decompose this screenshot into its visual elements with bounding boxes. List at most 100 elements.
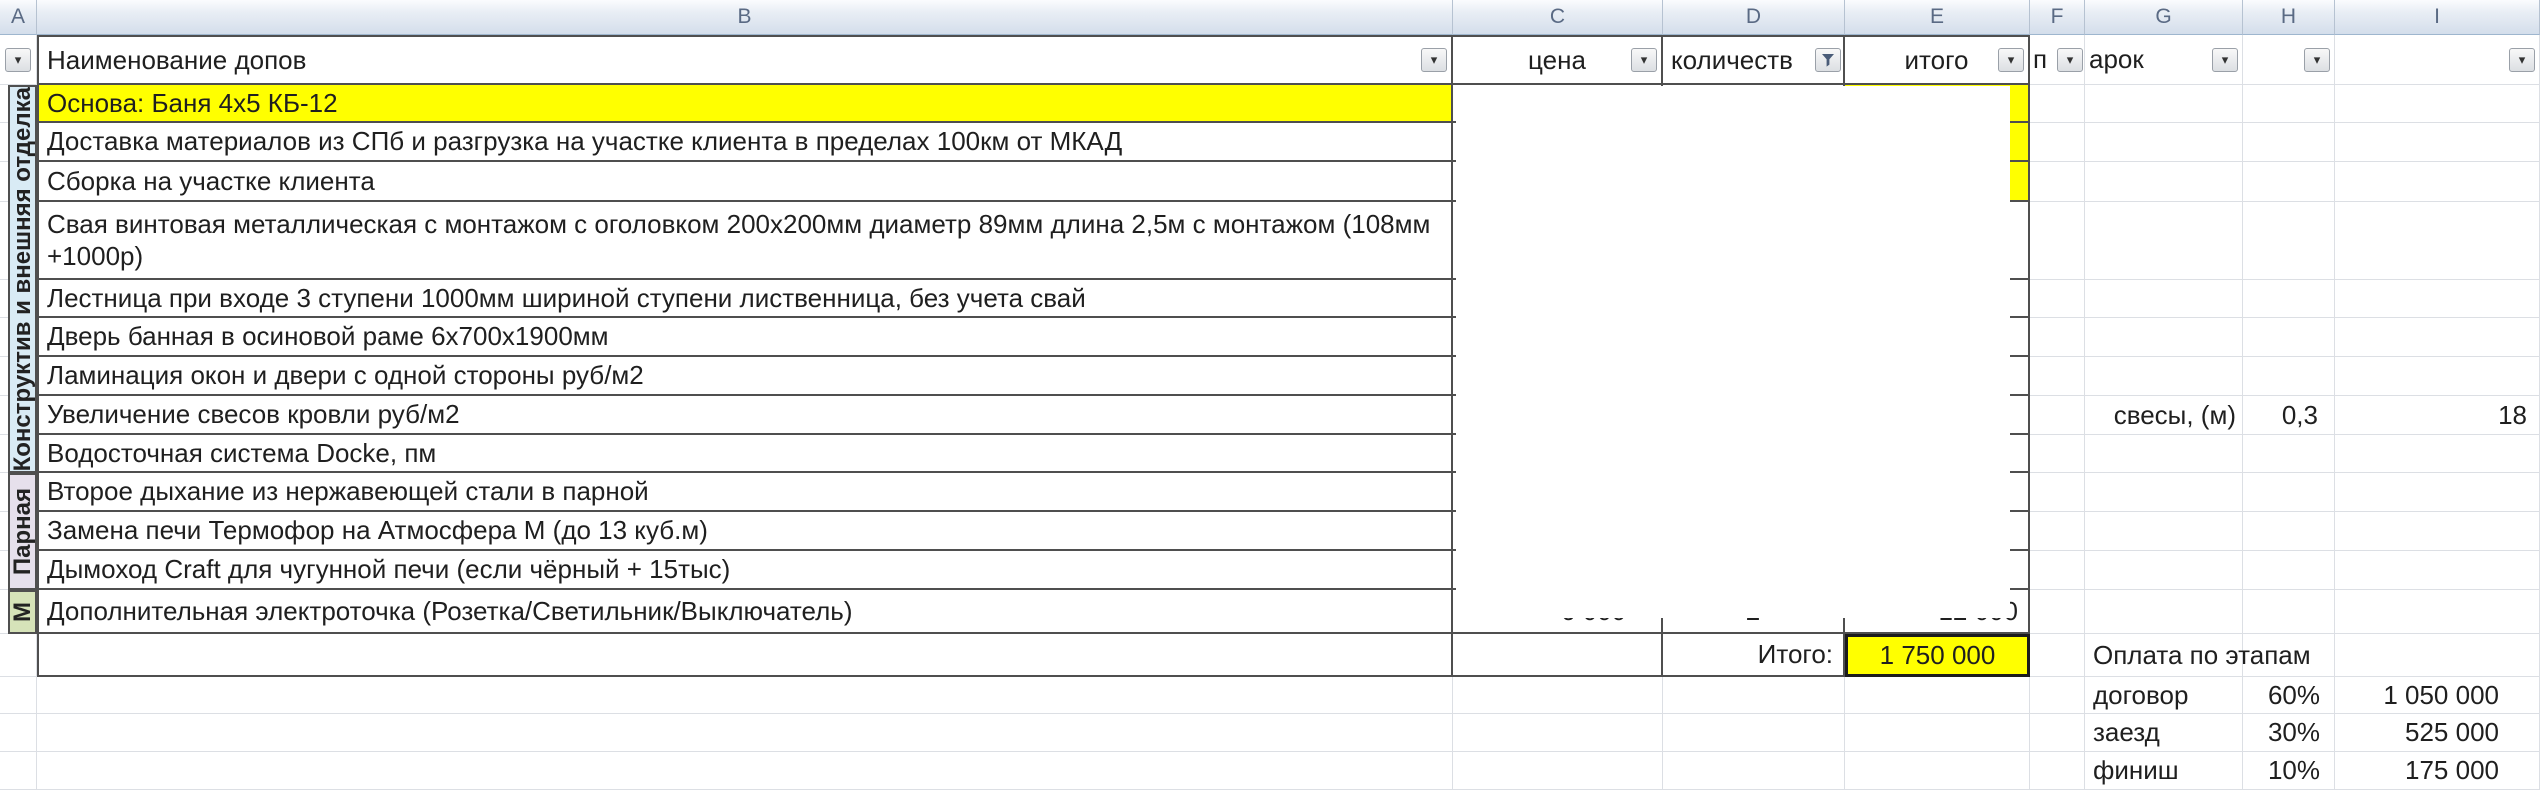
item-name: Замена печи Термофор на Атмосфера М (до … bbox=[39, 514, 714, 547]
cell bbox=[2030, 435, 2085, 473]
filter-dropdown-name-icon[interactable]: ▾ bbox=[1421, 48, 1447, 72]
cell bbox=[2030, 590, 2085, 634]
table-row: Замена печи Термофор на Атмосфера М (до … bbox=[0, 512, 2540, 551]
cell bbox=[37, 714, 1453, 752]
column-header-i[interactable]: I bbox=[2335, 0, 2540, 35]
cell bbox=[2030, 123, 2085, 162]
payment-stage-cell[interactable]: заезд bbox=[2085, 714, 2243, 752]
item-name-cell[interactable]: Сборка на участке клиента bbox=[37, 162, 1453, 202]
filter-dropdown-i-icon[interactable]: ▾ bbox=[2509, 48, 2535, 72]
note-label-cell[interactable]: свесы, (м) bbox=[2085, 396, 2243, 435]
column-header-b[interactable]: B bbox=[37, 0, 1453, 35]
header-price-cell[interactable]: цена ▾ bbox=[1453, 35, 1663, 85]
item-name-cell[interactable]: Второе дыхание из нержавеющей стали в па… bbox=[37, 473, 1453, 512]
column-header-g[interactable]: G bbox=[2085, 0, 2243, 35]
header-f-cell[interactable]: п ▾ bbox=[2030, 35, 2085, 85]
spreadsheet: A B C D E F G H I ▾ Наименование допов ▾… bbox=[0, 0, 2540, 790]
cell bbox=[2030, 752, 2085, 790]
item-name: Дверь банная в осиновой раме 6х700х1900м… bbox=[39, 320, 615, 353]
header-h-cell[interactable]: ▾ bbox=[2243, 35, 2335, 85]
column-header-e[interactable]: E bbox=[1845, 0, 2030, 35]
total-row: Итого: 1 750 000 Оплата по этапам bbox=[0, 634, 2540, 677]
cell bbox=[0, 634, 37, 677]
payment-percent-cell[interactable]: 30% bbox=[2243, 714, 2335, 752]
cell bbox=[2243, 512, 2335, 551]
note-extra-cell[interactable]: 18 bbox=[2335, 396, 2540, 435]
cell bbox=[2335, 551, 2540, 590]
table-row: Доставка материалов из СПб и разгрузка н… bbox=[0, 123, 2540, 162]
item-name: Доставка материалов из СПб и разгрузка н… bbox=[39, 125, 1128, 158]
filter-dropdown-price-icon[interactable]: ▾ bbox=[1631, 48, 1657, 72]
payment-amount-cell[interactable]: 525 000 bbox=[2335, 714, 2540, 752]
payment-stage-cell[interactable]: договор bbox=[2085, 677, 2243, 714]
cell-a1: ▾ bbox=[0, 35, 37, 85]
column-header-f[interactable]: F bbox=[2030, 0, 2085, 35]
group-label-construct[interactable]: Конструктив и внешняя отделка bbox=[8, 85, 37, 473]
cell bbox=[2335, 512, 2540, 551]
group-label-m[interactable]: М bbox=[8, 590, 37, 634]
cell[interactable] bbox=[1453, 634, 1663, 677]
header-qty-cell[interactable]: количеств bbox=[1663, 35, 1845, 85]
header-f-label: п bbox=[2030, 44, 2047, 75]
header-i-cell[interactable]: ▾ bbox=[2335, 35, 2540, 85]
cell bbox=[2030, 85, 2085, 123]
cell bbox=[2030, 512, 2085, 551]
cell bbox=[2030, 714, 2085, 752]
header-g-cell[interactable]: арок ▾ bbox=[2085, 35, 2243, 85]
cell bbox=[2335, 634, 2540, 677]
header-name-cell[interactable]: Наименование допов ▾ bbox=[37, 35, 1453, 85]
cell[interactable] bbox=[37, 634, 1453, 677]
filter-dropdown-f-icon[interactable]: ▾ bbox=[2057, 48, 2083, 72]
item-name-cell[interactable]: Замена печи Термофор на Атмосфера М (до … bbox=[37, 512, 1453, 551]
cell bbox=[2030, 202, 2085, 280]
cell bbox=[2243, 280, 2335, 318]
table-row: Лестница при входе 3 ступени 1000мм шири… bbox=[0, 280, 2540, 318]
item-name-cell[interactable]: Лестница при входе 3 ступени 1000мм шири… bbox=[37, 280, 1453, 318]
filter-dropdown-g-icon[interactable]: ▾ bbox=[2212, 48, 2238, 72]
table-row: Второе дыхание из нержавеющей стали в па… bbox=[0, 473, 2540, 512]
item-name-cell[interactable]: Увеличение свесов кровли руб/м2 bbox=[37, 396, 1453, 435]
cell bbox=[1845, 714, 2030, 752]
grand-total-cell[interactable]: 1 750 000 bbox=[1845, 634, 2030, 677]
item-name-cell[interactable]: Дополнительная электроточка (Розетка/Све… bbox=[37, 590, 1453, 634]
cell bbox=[2335, 473, 2540, 512]
header-total-cell[interactable]: итого ▾ bbox=[1845, 35, 2030, 85]
column-header-strip: A B C D E F G H I bbox=[0, 0, 2540, 35]
item-name-cell[interactable]: Ламинация окон и двери с одной стороны р… bbox=[37, 357, 1453, 396]
cell bbox=[2085, 280, 2243, 318]
payment-percent-cell[interactable]: 60% bbox=[2243, 677, 2335, 714]
cell bbox=[2335, 435, 2540, 473]
column-header-d[interactable]: D bbox=[1663, 0, 1845, 35]
note-value-cell[interactable]: 0,3 bbox=[2243, 396, 2335, 435]
item-name-cell[interactable]: Доставка материалов из СПб и разгрузка н… bbox=[37, 123, 1453, 162]
filter-dropdown-total-icon[interactable]: ▾ bbox=[1998, 48, 2024, 72]
item-name: Водосточная система Docke, пм bbox=[39, 437, 442, 470]
cell bbox=[2335, 202, 2540, 280]
cell bbox=[2030, 318, 2085, 357]
item-name-cell[interactable]: Дверь банная в осиновой раме 6х700х1900м… bbox=[37, 318, 1453, 357]
item-name-cell[interactable]: Свая винтовая металлическая с монтажом с… bbox=[37, 202, 1453, 280]
filter-dropdown-h-icon[interactable]: ▾ bbox=[2304, 48, 2330, 72]
group-label-parnaya[interactable]: Парная bbox=[8, 473, 37, 590]
payment-stage-cell[interactable]: финиш bbox=[2085, 752, 2243, 790]
column-header-c[interactable]: C bbox=[1453, 0, 1663, 35]
item-name-cell[interactable]: Основа: Баня 4х5 КБ-12 bbox=[37, 85, 1453, 123]
cell bbox=[1663, 677, 1845, 714]
filter-dropdown-a-icon[interactable]: ▾ bbox=[5, 48, 31, 72]
filter-active-funnel-icon[interactable] bbox=[1815, 48, 1841, 72]
table-row: Сборка на участке клиента bbox=[0, 162, 2540, 202]
payment-amount-cell[interactable]: 175 000 bbox=[2335, 752, 2540, 790]
cell bbox=[2085, 202, 2243, 280]
payments-title-cell[interactable]: Оплата по этапам bbox=[2085, 634, 2243, 677]
table-row: Основа: Баня 4х5 КБ-12 bbox=[0, 85, 2540, 123]
column-header-h[interactable]: H bbox=[2243, 0, 2335, 35]
cell bbox=[37, 752, 1453, 790]
payment-amount-cell[interactable]: 1 050 000 bbox=[2335, 677, 2540, 714]
column-header-a[interactable]: A bbox=[0, 0, 37, 35]
item-name-cell[interactable]: Дымоход Craft для чугунной печи (если чё… bbox=[37, 551, 1453, 590]
total-label-cell[interactable]: Итого: bbox=[1663, 634, 1845, 677]
item-name-cell[interactable]: Водосточная система Docke, пм bbox=[37, 435, 1453, 473]
table-row: Свая винтовая металлическая с монтажом с… bbox=[0, 202, 2540, 280]
header-name-label: Наименование допов bbox=[39, 44, 312, 77]
payment-percent-cell[interactable]: 10% bbox=[2243, 752, 2335, 790]
